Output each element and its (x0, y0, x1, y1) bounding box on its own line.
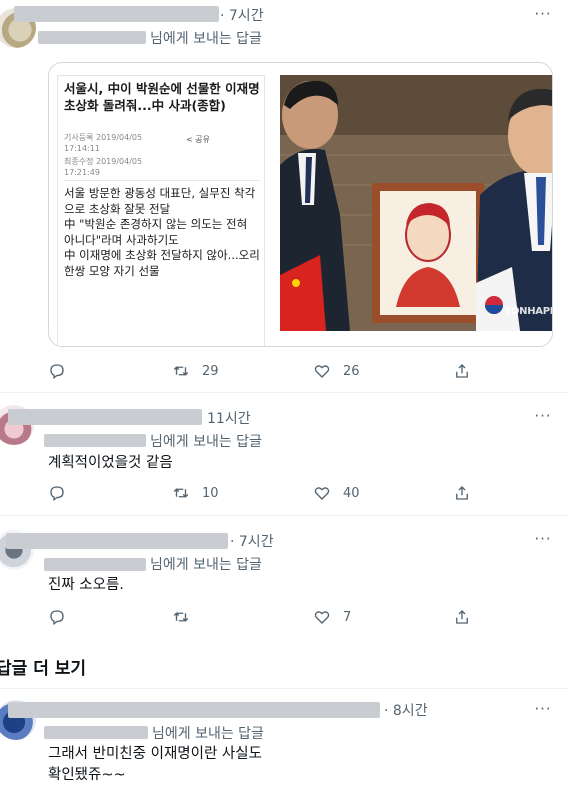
tweet-3[interactable]: · 7시간 ··· 님에게 보내는 답글 진짜 소오름. 7 (0, 516, 569, 636)
like-button[interactable]: 7 (313, 606, 351, 628)
reply-to-label: 님에게 보내는 답글 (150, 557, 262, 573)
reply-button[interactable] (48, 360, 66, 382)
heart-icon (314, 365, 330, 378)
tweet-time[interactable]: · 8시간 (384, 700, 428, 720)
heart-icon (314, 611, 330, 624)
share-icon: < 공유 (186, 135, 210, 144)
reply-button[interactable] (48, 482, 66, 504)
reply-icon (50, 610, 64, 626)
retweet-count: 29 (202, 363, 219, 379)
redacted-reply-handle (44, 434, 146, 447)
tweet-4[interactable]: · 8시간 ··· 님에게 보내는 답글 그래서 반미친중 이재명이란 사실도 … (0, 689, 569, 791)
retweet-button[interactable]: 29 (172, 360, 219, 382)
tweet-time[interactable]: 11시간 (207, 408, 251, 428)
more-options-icon[interactable]: ··· (533, 4, 553, 24)
retweet-button[interactable]: 10 (172, 482, 219, 504)
like-button[interactable]: 26 (313, 360, 360, 382)
share-icon (456, 364, 468, 378)
redacted-reply-handle (44, 558, 146, 571)
retweet-count: 10 (202, 485, 219, 501)
retweet-icon (173, 612, 189, 622)
news-updated-date: 최종수정 2019/04/05 17:21:49 (64, 157, 143, 177)
reply-icon (50, 364, 64, 380)
redacted-username (6, 533, 228, 549)
tweet-text: 그래서 반미친중 이재명이란 사실도 확인됐쥬~~ (48, 746, 262, 783)
redacted-username (8, 409, 202, 425)
news-screenshot: 서울시, 中이 박원순에 선물한 이재명 초상화 돌려줘...中 사과(종합) … (57, 75, 265, 346)
reply-to-label: 님에게 보내는 답글 (152, 726, 264, 742)
retweet-button[interactable] (172, 606, 190, 628)
like-button[interactable]: 40 (313, 482, 360, 504)
tweet-time[interactable]: · 7시간 (230, 531, 274, 551)
like-count: 40 (343, 485, 360, 501)
summary-line-2: 中 "박원순 존경하지 않는 의도는 전혀 아니다"라며 사과하기도 (64, 217, 248, 247)
share-button[interactable] (453, 606, 471, 628)
reply-to-label: 님에게 보내는 답글 (150, 434, 262, 450)
redacted-username (14, 6, 219, 22)
more-options-icon[interactable]: ··· (533, 406, 553, 426)
redacted-reply-handle (44, 726, 148, 739)
news-posted-date: 기사등록 2019/04/05 17:14:11 (64, 133, 143, 153)
redacted-username (8, 702, 380, 718)
tweet-actions: 29 26 (48, 360, 478, 382)
more-options-icon[interactable]: ··· (533, 529, 553, 549)
tweet-actions: 7 (48, 606, 478, 628)
reply-button[interactable] (48, 606, 66, 628)
share-button[interactable] (453, 360, 471, 382)
photo-watermark: YONHAPNEWS (504, 306, 552, 317)
summary-line-1: 서울 방문한 광동성 대표단, 실무진 착각으로 초상화 잘못 전달 (64, 186, 256, 216)
share-icon (456, 486, 468, 500)
news-summary: 서울 방문한 광동성 대표단, 실무진 착각으로 초상화 잘못 전달 中 "박원… (64, 186, 260, 279)
redacted-reply-handle (38, 31, 146, 44)
tweet-actions: 10 40 (48, 482, 478, 504)
news-divider (64, 180, 260, 181)
reply-icon (50, 486, 64, 502)
like-count: 7 (343, 609, 352, 625)
news-photo: YONHAPNEWS (280, 75, 552, 331)
more-replies-header[interactable]: 답글 더 보기 (0, 654, 86, 679)
tweet-text: 계획적이었을것 같음 (48, 455, 173, 471)
tweet-text: 진짜 소오름. (48, 577, 124, 593)
retweet-icon (173, 488, 189, 498)
summary-line-3: 中 이재명에 초상화 전달하지 않아...오리 한쌍 모양 자기 선물 (64, 248, 260, 278)
heart-icon (314, 487, 330, 500)
news-headline: 서울시, 中이 박원순에 선물한 이재명 초상화 돌려줘...中 사과(종합) (64, 81, 260, 113)
more-options-icon[interactable]: ··· (533, 699, 553, 719)
media-card[interactable]: 서울시, 中이 박원순에 선물한 이재명 초상화 돌려줘...中 사과(종합) … (48, 62, 553, 347)
tweet-time[interactable]: · 7시간 (220, 5, 264, 25)
retweet-icon (173, 366, 189, 376)
share-icon (456, 610, 468, 624)
reply-to-label: 님에게 보내는 답글 (150, 31, 262, 47)
tweet-2[interactable]: 11시간 ··· 님에게 보내는 답글 계획적이었을것 같음 10 40 (0, 393, 569, 515)
tweet-1[interactable]: · 7시간 ··· 님에게 보내는 답글 서울시, 中이 박원순에 선물한 이재… (0, 0, 569, 393)
share-button[interactable] (453, 482, 471, 504)
like-count: 26 (343, 363, 360, 379)
